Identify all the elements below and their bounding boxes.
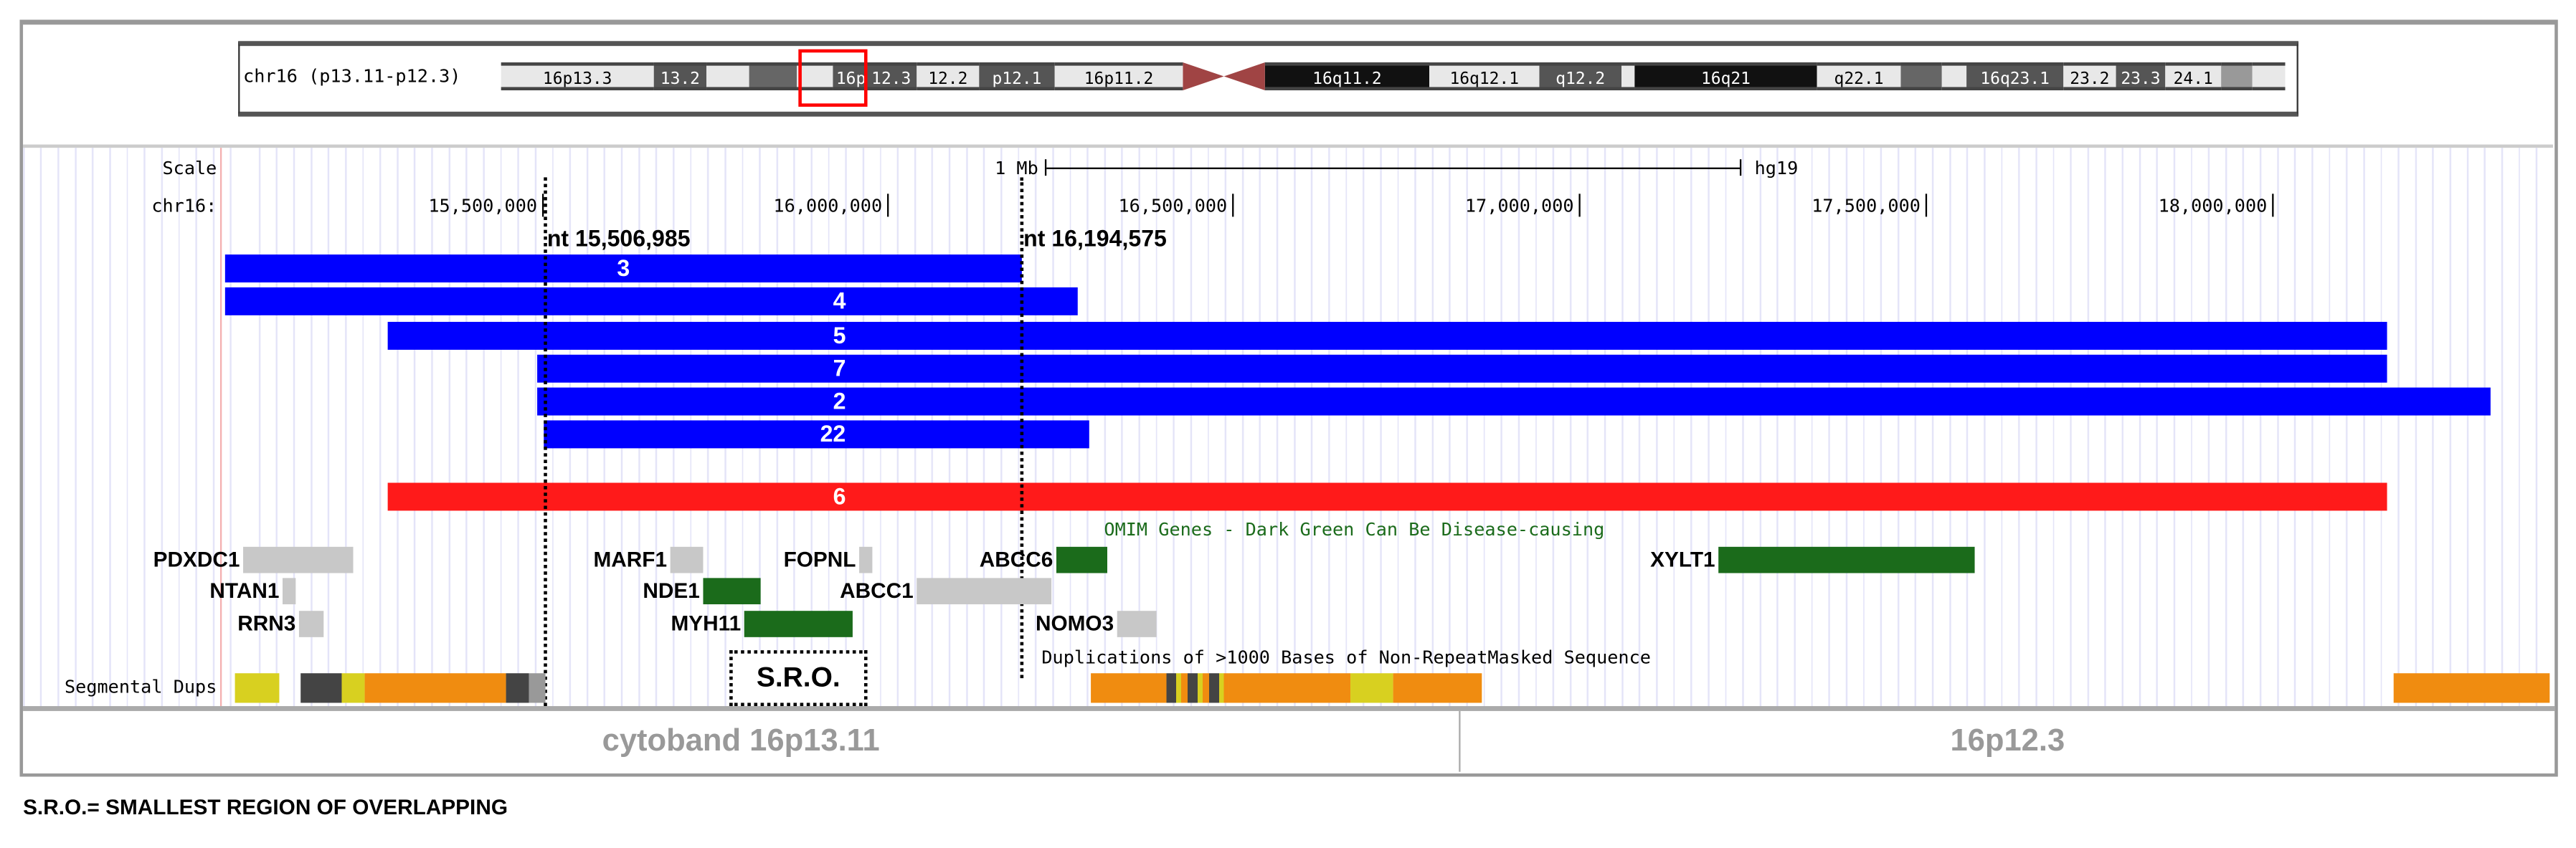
band[interactable]: 16q21 bbox=[1634, 62, 1817, 90]
segdup-block[interactable] bbox=[1091, 673, 1167, 703]
gene-label[interactable]: RRN3 bbox=[115, 611, 295, 637]
segdup-block[interactable] bbox=[529, 673, 546, 703]
tick-label: 18,000,000 bbox=[2158, 195, 2268, 217]
segdup-block[interactable] bbox=[1350, 673, 1393, 703]
segdup-block[interactable] bbox=[364, 673, 506, 703]
cnv-bar[interactable]: 7 bbox=[537, 354, 2387, 383]
band[interactable] bbox=[706, 62, 749, 90]
gene-bar[interactable] bbox=[744, 611, 853, 637]
cnv-label: 6 bbox=[833, 482, 846, 510]
gene-bar[interactable] bbox=[1117, 611, 1157, 637]
band[interactable] bbox=[1621, 62, 1635, 90]
band[interactable]: 24.1 bbox=[2165, 62, 2222, 90]
band[interactable]: 16p13.3 bbox=[501, 62, 654, 90]
gene-bar[interactable] bbox=[298, 611, 324, 637]
cytoband-right: 16p12.3 bbox=[1950, 724, 2065, 759]
genome-browser-figure: chr16 (p13.11-p12.3) 16p13.3 13.2 16p 12… bbox=[0, 0, 2576, 847]
footer-note: S.R.O.= SMALLEST REGION OF OVERLAPPING bbox=[23, 794, 508, 820]
cnv-label: 22 bbox=[820, 420, 846, 447]
tick-label: 16,500,000 bbox=[1118, 195, 1228, 217]
scale-bar bbox=[1044, 159, 1742, 176]
gene-bar[interactable] bbox=[1718, 546, 1975, 573]
cnv-bar[interactable]: 4 bbox=[224, 287, 1078, 315]
gene-label[interactable]: XYLT1 bbox=[1541, 547, 1715, 573]
cytoband-left: cytoband 16p13.11 bbox=[602, 724, 880, 759]
band[interactable]: q12.2 bbox=[1539, 62, 1622, 90]
segdup-block[interactable] bbox=[235, 673, 280, 703]
band[interactable]: 16q12.1 bbox=[1429, 62, 1540, 90]
cnv-bar[interactable]: 2 bbox=[537, 387, 2491, 416]
band[interactable]: 16p11.2 bbox=[1054, 62, 1183, 90]
cnv-bar[interactable]: 22 bbox=[544, 420, 1089, 449]
omim-track-title: OMIM Genes - Dark Green Can Be Disease-c… bbox=[1104, 518, 1605, 540]
gene-label[interactable]: PDXDC1 bbox=[66, 547, 240, 573]
band[interactable]: 13.2 bbox=[653, 62, 707, 90]
band[interactable]: 12.3 bbox=[866, 62, 917, 90]
segdup-block[interactable] bbox=[2393, 673, 2550, 703]
band[interactable] bbox=[1941, 62, 1967, 90]
band[interactable]: 12.2 bbox=[917, 62, 980, 90]
left-breakpoint-label: nt 15,506,985 bbox=[546, 224, 691, 252]
gene-label[interactable]: MARF1 bbox=[493, 547, 667, 573]
track-area[interactable] bbox=[23, 144, 2553, 710]
tick bbox=[2272, 194, 2274, 217]
tick bbox=[1925, 194, 1928, 217]
segdup-block[interactable] bbox=[506, 673, 529, 703]
tick bbox=[1232, 194, 1234, 217]
gene-label[interactable]: NDE1 bbox=[526, 578, 699, 604]
band[interactable] bbox=[1900, 62, 1942, 90]
gene-bar[interactable] bbox=[917, 578, 1052, 605]
scale-size: 1 Mb bbox=[995, 157, 1038, 179]
tick-label: 16,000,000 bbox=[773, 195, 883, 217]
gene-label[interactable]: MYH11 bbox=[567, 611, 741, 637]
segdup-block[interactable] bbox=[341, 673, 365, 703]
band[interactable]: 16q23.1 bbox=[1966, 62, 2064, 90]
gene-label[interactable]: FOPNL bbox=[682, 547, 856, 573]
segdups-label: Segmental Dups bbox=[64, 676, 217, 698]
scale-label: Scale bbox=[162, 157, 217, 179]
cnv-bar[interactable]: 5 bbox=[387, 321, 2387, 350]
tick-label: 17,000,000 bbox=[1464, 195, 1574, 217]
cnv-label: 7 bbox=[833, 354, 846, 381]
chrom-label: chr16: bbox=[151, 195, 217, 217]
band[interactable]: q22.1 bbox=[1817, 62, 1901, 90]
current-region-highlight bbox=[798, 49, 868, 107]
cnv-label: 2 bbox=[833, 387, 846, 414]
right-breakpoint-label: nt 16,194,575 bbox=[1023, 224, 1167, 252]
gene-bar[interactable] bbox=[283, 578, 296, 605]
cnv-bar-red[interactable]: 6 bbox=[387, 482, 2387, 511]
segdup-block[interactable] bbox=[1393, 673, 1482, 703]
tick bbox=[887, 194, 889, 217]
gene-bar[interactable] bbox=[859, 546, 873, 573]
band[interactable]: 23.2 bbox=[2063, 62, 2116, 90]
tick bbox=[1578, 194, 1581, 217]
segdup-block[interactable] bbox=[300, 673, 342, 703]
band[interactable] bbox=[2252, 62, 2286, 90]
assembly-label: hg19 bbox=[1754, 157, 1799, 179]
ideogram-label: chr16 (p13.11-p12.3) bbox=[243, 65, 461, 87]
tick-label: 15,500,000 bbox=[428, 195, 538, 217]
gene-label[interactable]: ABCC1 bbox=[739, 578, 914, 604]
divider bbox=[23, 706, 2555, 711]
segdup-block[interactable] bbox=[1166, 673, 1229, 703]
tick-label: 17,500,000 bbox=[1812, 195, 1921, 217]
gene-bar[interactable] bbox=[243, 546, 354, 573]
cnv-bar[interactable]: 3 bbox=[224, 254, 1022, 283]
band[interactable]: 16q11.2 bbox=[1264, 62, 1429, 90]
centromere-icon bbox=[1183, 62, 1265, 90]
left-breakpoint-line bbox=[544, 177, 547, 707]
cnv-label: 5 bbox=[833, 321, 846, 348]
band[interactable]: 23.3 bbox=[2116, 62, 2166, 90]
segdup-block[interactable] bbox=[1228, 673, 1351, 703]
band[interactable]: p12.1 bbox=[979, 62, 1055, 90]
dups-track-title: Duplications of >1000 Bases of Non-Repea… bbox=[1041, 647, 1651, 669]
band[interactable] bbox=[749, 62, 797, 90]
cnv-label: 4 bbox=[833, 287, 846, 314]
band[interactable] bbox=[2221, 62, 2253, 90]
gene-label[interactable]: NTAN1 bbox=[98, 578, 279, 604]
gene-bar[interactable] bbox=[1056, 546, 1107, 573]
gene-label[interactable]: NOMO3 bbox=[939, 611, 1114, 637]
sro-box: S.R.O. bbox=[729, 650, 868, 707]
gene-label[interactable]: ABCC6 bbox=[879, 547, 1053, 573]
